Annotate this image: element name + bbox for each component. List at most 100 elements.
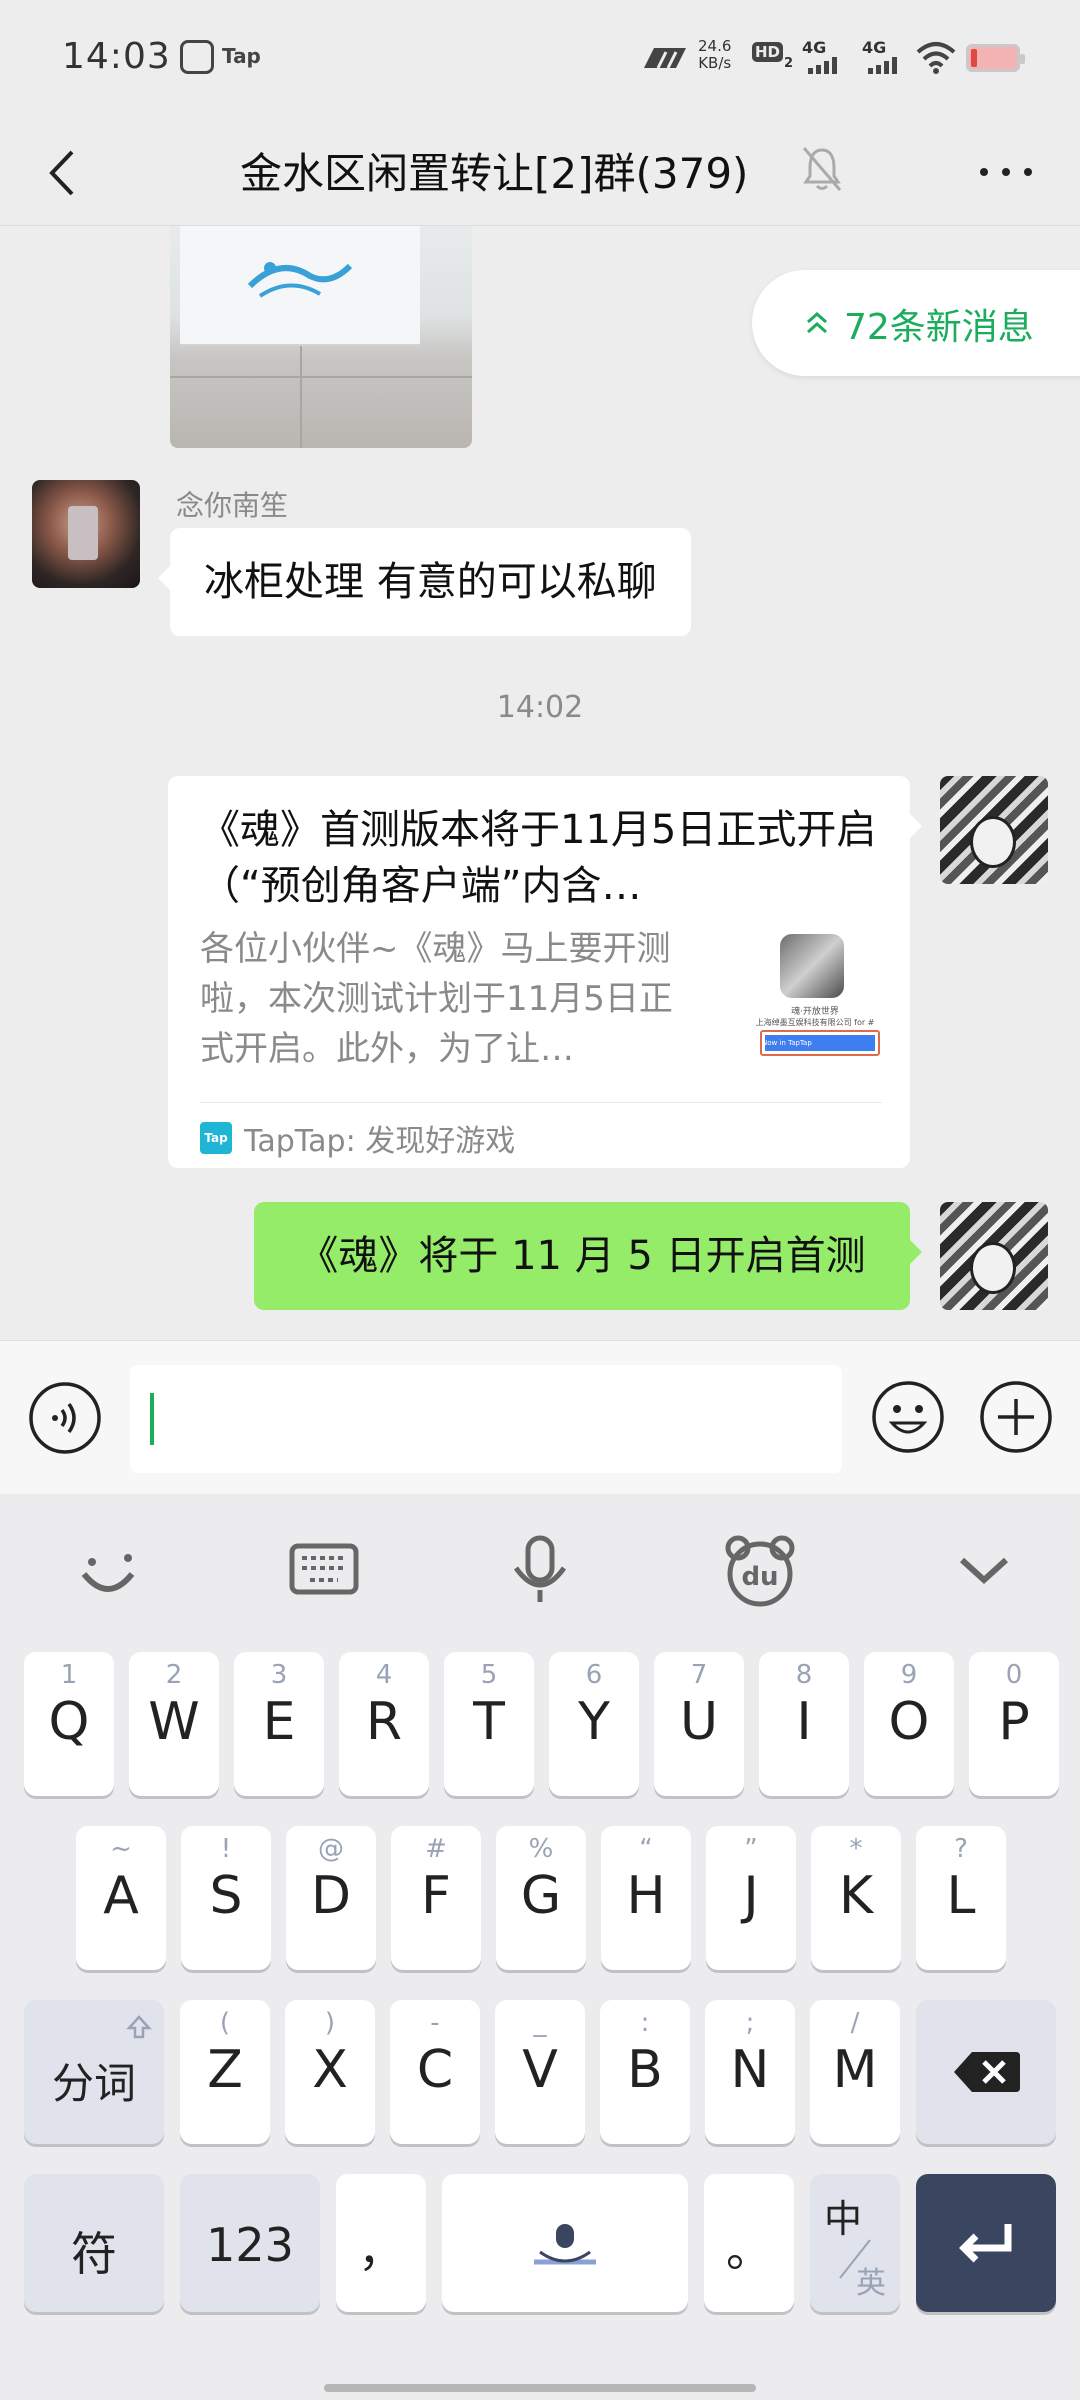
key-label: Z xyxy=(207,2040,243,2100)
symbol-key[interactable]: 符 xyxy=(24,2174,164,2312)
segment-key-label: 分词 xyxy=(51,2059,136,2108)
key-hint: * xyxy=(849,1834,863,1864)
back-button[interactable] xyxy=(30,138,100,208)
key-k[interactable]: * K xyxy=(811,1826,901,1970)
key-g[interactable]: % G xyxy=(496,1826,586,1970)
avatar[interactable] xyxy=(32,480,140,588)
avatar[interactable] xyxy=(940,776,1048,884)
key-v[interactable]: _ V xyxy=(495,2000,585,2144)
message-bubble-received[interactable]: 冰柜处理 有意的可以私聊 xyxy=(158,528,691,636)
key-label: T xyxy=(473,1692,505,1752)
key-c[interactable]: -C xyxy=(390,2000,480,2144)
key-y[interactable]: 6Y xyxy=(549,1652,639,1796)
signal-bars-icon xyxy=(868,57,897,74)
key-n[interactable]: ; N xyxy=(705,2000,795,2144)
voice-input-button[interactable] xyxy=(28,1381,102,1455)
link-card-message[interactable]: 《魂》首测版本将于11月5日正式开启（“预创角客户端”内含… 各位小伙伴~《魂》… xyxy=(168,776,922,1168)
backspace-icon xyxy=(954,2052,1020,2092)
key-label: P xyxy=(998,1692,1030,1752)
key-hint: % xyxy=(528,1834,554,1864)
backspace-key[interactable] xyxy=(916,2000,1056,2144)
microphone-icon[interactable] xyxy=(500,1530,580,1610)
key-hint: @ xyxy=(318,1834,344,1864)
space-key[interactable] xyxy=(442,2174,688,2312)
key-p[interactable]: 0P xyxy=(969,1652,1059,1796)
key-label: M xyxy=(832,2040,878,2100)
key-e[interactable]: 3E xyxy=(234,1652,324,1796)
svg-text:du: du xyxy=(741,1562,778,1592)
signal-bars-icon xyxy=(808,57,837,74)
key-hint: ( xyxy=(219,2008,231,2038)
key-label: K xyxy=(838,1866,874,1926)
key-h[interactable]: “H xyxy=(601,1826,691,1970)
key-hint: 0 xyxy=(1005,1660,1023,1690)
thumbnail-button: Now in TapTap xyxy=(760,1030,880,1056)
image-message[interactable] xyxy=(170,226,472,448)
key-s[interactable]: ! S xyxy=(181,1826,271,1970)
key-hint: # xyxy=(425,1834,447,1864)
soft-keyboard: du 分词 符 123 ， 。 中 英 1 Q 2 W 3 E 4 R 5 T … xyxy=(0,1494,1080,2400)
message-list[interactable]: 72条新消息 念你南笙 冰柜处理 有意的可以私聊 14:02 《魂》首测版本将于… xyxy=(0,226,1080,1340)
message-input[interactable] xyxy=(130,1365,842,1473)
key-x[interactable]: ) X xyxy=(285,2000,375,2144)
key-label: N xyxy=(730,2040,770,2100)
key-i[interactable]: 8I xyxy=(759,1652,849,1796)
collapse-keyboard-icon[interactable] xyxy=(944,1530,1024,1610)
key-r[interactable]: 4R xyxy=(339,1652,429,1796)
baidu-bear-icon[interactable]: du xyxy=(720,1530,800,1610)
number-key[interactable]: 123 xyxy=(180,2174,320,2312)
key-b[interactable]: :B xyxy=(600,2000,690,2144)
more-options-button[interactable] xyxy=(974,152,1038,192)
status-app-badge: Tap xyxy=(222,44,261,68)
key-w[interactable]: 2W xyxy=(129,1652,219,1796)
key-j[interactable]: ” J xyxy=(706,1826,796,1970)
battery-icon xyxy=(966,44,1025,72)
key-q[interactable]: 1Q xyxy=(24,1652,114,1796)
key-label: H xyxy=(626,1866,666,1926)
key-label: D xyxy=(310,1866,352,1926)
brand-logo-icon xyxy=(247,262,353,298)
network-speed-unit: KB/s xyxy=(698,54,732,72)
message-bubble-sent[interactable]: 《魂》将于 11 月 5 日开启首测 xyxy=(254,1202,922,1310)
key-hint: ; xyxy=(745,2008,755,2038)
more-functions-button[interactable] xyxy=(978,1379,1054,1455)
key-hint: / xyxy=(850,2008,860,2038)
taptap-icon: Tap xyxy=(200,1122,232,1154)
key-hint: 8 xyxy=(795,1660,813,1690)
link-card-source: TapTap: 发现好游戏 xyxy=(244,1124,516,1159)
key-label: W xyxy=(148,1692,200,1752)
input-bar xyxy=(0,1340,1080,1494)
app-notification-icon xyxy=(180,40,214,74)
emoji-button[interactable] xyxy=(870,1379,946,1455)
segment-key[interactable]: 分词 xyxy=(24,2000,164,2144)
divider xyxy=(200,1102,882,1103)
key-m[interactable]: / M xyxy=(810,2000,900,2144)
key-label: G xyxy=(520,1866,562,1926)
key-d[interactable]: @ D xyxy=(286,1826,376,1970)
key-u[interactable]: 7U xyxy=(654,1652,744,1796)
avatar[interactable] xyxy=(940,1202,1048,1310)
keyboard-emoji-icon[interactable] xyxy=(68,1530,148,1610)
enter-key[interactable] xyxy=(916,2174,1056,2312)
signal-label-1: 4G xyxy=(802,38,827,57)
key-label: L xyxy=(946,1866,976,1926)
key-f[interactable]: # F xyxy=(391,1826,481,1970)
double-chevron-up-icon xyxy=(807,311,827,334)
key-a[interactable]: ~ A xyxy=(76,1826,166,1970)
key-label: V xyxy=(522,2040,558,2100)
key-t[interactable]: 5T xyxy=(444,1652,534,1796)
language-switch-key[interactable]: 中 英 xyxy=(810,2174,900,2312)
key-l[interactable]: ? L xyxy=(916,1826,1006,1970)
new-messages-button[interactable]: 72条新消息 xyxy=(752,270,1080,376)
period-key[interactable]: 。 xyxy=(704,2174,794,2312)
keyboard-switch-icon[interactable] xyxy=(284,1530,364,1610)
home-indicator[interactable] xyxy=(324,2384,756,2392)
key-o[interactable]: 9O xyxy=(864,1652,954,1796)
text-cursor xyxy=(150,1393,154,1445)
key-hint: 6 xyxy=(585,1660,603,1690)
key-hint: ? xyxy=(954,1834,968,1864)
comma-key[interactable]: ， xyxy=(336,2174,426,2312)
key-label: R xyxy=(365,1692,403,1752)
link-card-description: 各位小伙伴~《魂》马上要开测啦，本次测试计划于11月5日正式开启。此外，为了让… xyxy=(200,929,673,1069)
key-z[interactable]: (Z xyxy=(180,2000,270,2144)
